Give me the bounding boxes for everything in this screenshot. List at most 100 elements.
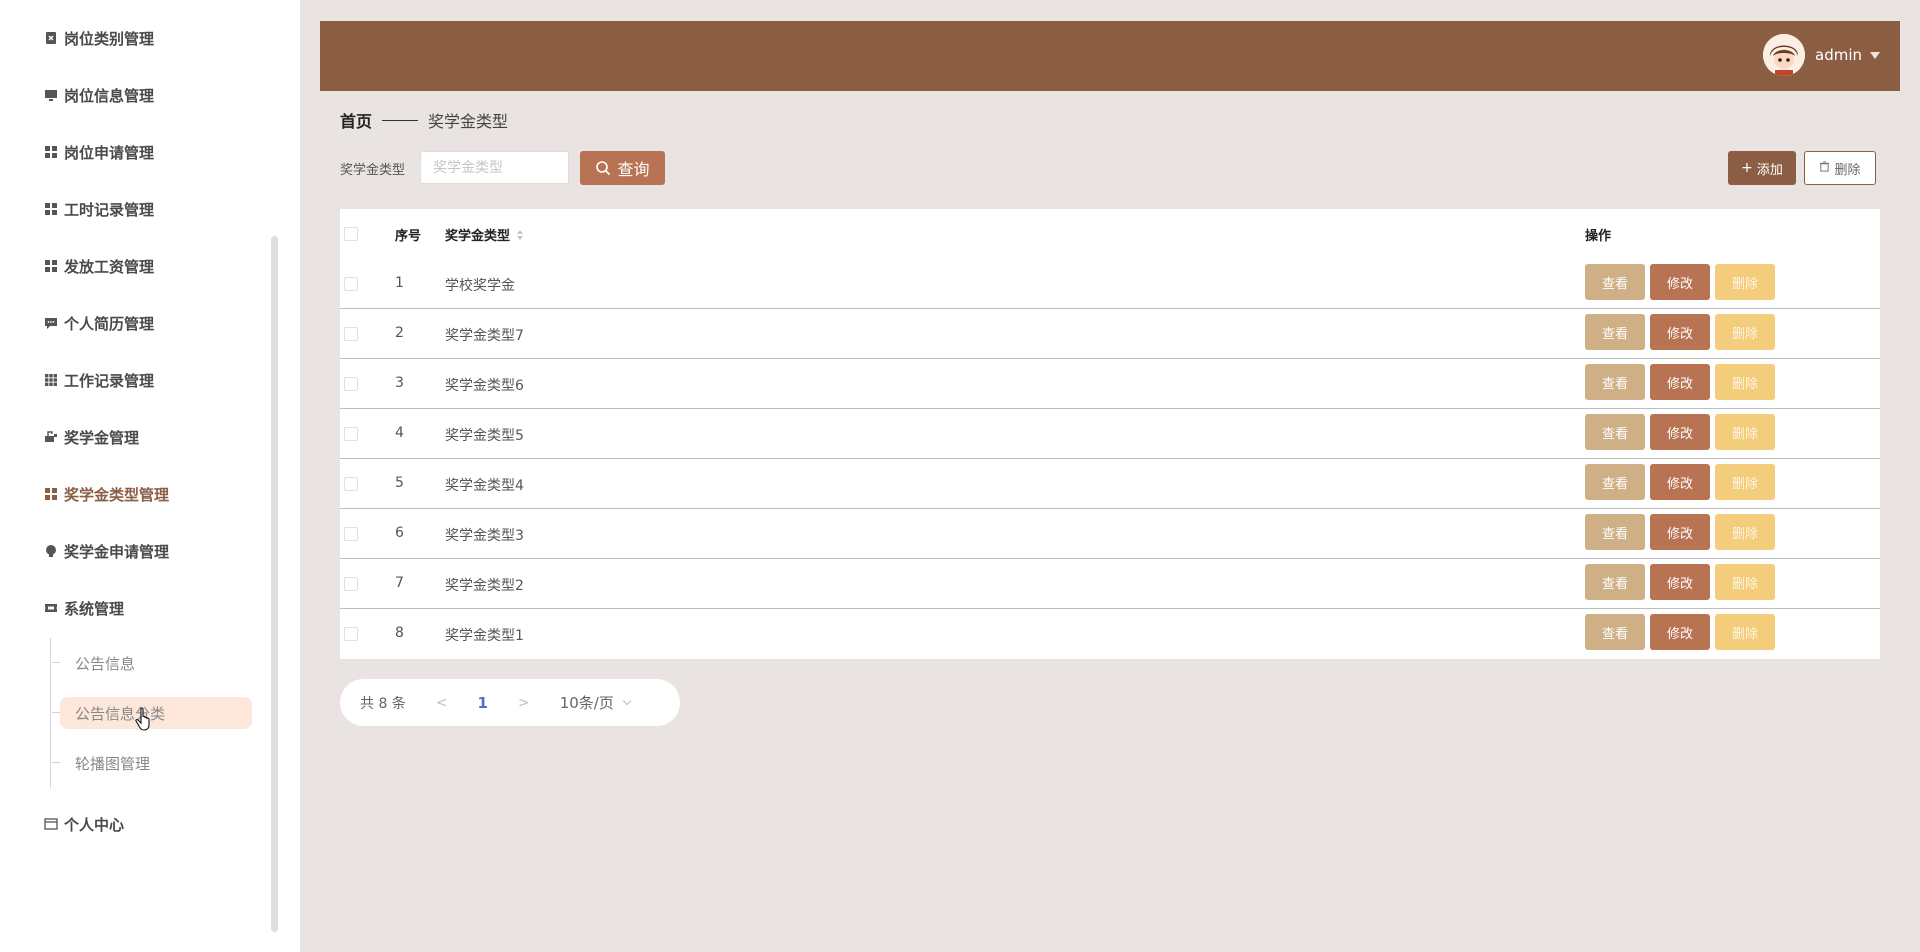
grid-9-icon — [44, 373, 58, 387]
sidebar-item-system[interactable]: 系统管理 — [44, 596, 124, 620]
row-checkbox[interactable] — [344, 377, 358, 391]
cell-scholarship-type: 奖学金类型3 — [445, 528, 524, 544]
grid-icon — [44, 259, 58, 273]
sidebar-item-label: 岗位类别管理 — [64, 29, 155, 48]
edit-button[interactable]: 修改 — [1650, 464, 1710, 500]
sidebar-item-label: 系统管理 — [64, 599, 125, 618]
table-header-row: 序号 奖学金类型 操作 — [340, 209, 1880, 259]
edit-button[interactable]: 修改 — [1650, 314, 1710, 350]
row-actions: 查看 修改 删除 — [1585, 514, 1775, 550]
pagination-page-1[interactable]: 1 — [478, 694, 488, 712]
row-checkbox[interactable] — [344, 327, 358, 341]
row-checkbox[interactable] — [344, 277, 358, 291]
search-input[interactable] — [420, 151, 569, 184]
sidebar-item-salary[interactable]: 发放工资管理 — [44, 254, 154, 278]
cell-index: 3 — [395, 375, 404, 391]
sidebar-subitem-notice[interactable]: 公告信息 — [52, 647, 252, 679]
view-button[interactable]: 查看 — [1585, 364, 1645, 400]
row-actions: 查看 修改 删除 — [1585, 614, 1775, 650]
view-button[interactable]: 查看 — [1585, 614, 1645, 650]
sidebar-item-label: 个人中心 — [64, 815, 125, 834]
delete-button[interactable]: 删除 — [1715, 464, 1775, 500]
edit-button[interactable]: 修改 — [1650, 264, 1710, 300]
mailbox-icon — [44, 430, 58, 444]
select-all-checkbox[interactable] — [344, 227, 358, 241]
row-actions: 查看 修改 删除 — [1585, 414, 1775, 450]
cell-scholarship-type: 奖学金类型6 — [445, 378, 524, 394]
sidebar-item-job-category[interactable]: 岗位类别管理 — [44, 26, 154, 50]
view-button[interactable]: 查看 — [1585, 414, 1645, 450]
delete-button[interactable]: 删除 — [1715, 614, 1775, 650]
add-button[interactable]: + 添加 — [1728, 151, 1796, 185]
delete-button[interactable]: 删除 — [1715, 564, 1775, 600]
breadcrumb-home[interactable]: 首页 — [340, 108, 372, 132]
column-header-name[interactable]: 奖学金类型 — [445, 225, 524, 245]
delete-button[interactable]: 删除 — [1715, 314, 1775, 350]
sidebar-item-job-info[interactable]: 岗位信息管理 — [44, 83, 154, 107]
sidebar-item-personal-center[interactable]: 个人中心 — [44, 812, 124, 836]
delete-button[interactable]: 删除 — [1715, 414, 1775, 450]
sidebar-subitem-carousel[interactable]: 轮播图管理 — [52, 747, 252, 779]
clipboard-icon — [44, 31, 58, 45]
pagination-next-button[interactable]: > — [518, 695, 530, 711]
breadcrumb-separator — [382, 119, 419, 121]
sidebar-item-label: 奖学金申请管理 — [64, 542, 170, 561]
cell-index: 4 — [395, 425, 404, 441]
hand-cursor-icon — [135, 707, 155, 733]
batch-delete-button[interactable]: 删除 — [1804, 151, 1876, 185]
breadcrumb: 首页 奖学金类型 — [340, 108, 508, 132]
sidebar-subitem-notice-category[interactable]: 公告信息分类 — [52, 697, 252, 729]
caret-down-icon — [1870, 51, 1880, 59]
row-checkbox[interactable] — [344, 527, 358, 541]
trash-icon — [1819, 160, 1830, 176]
query-button[interactable]: 查询 — [580, 151, 665, 185]
sort-icon[interactable] — [516, 229, 524, 245]
edit-button[interactable]: 修改 — [1650, 364, 1710, 400]
delete-button[interactable]: 删除 — [1715, 364, 1775, 400]
sidebar-item-label: 工作记录管理 — [64, 371, 155, 390]
row-actions: 查看 修改 删除 — [1585, 314, 1775, 350]
view-button[interactable]: 查看 — [1585, 314, 1645, 350]
edit-button[interactable]: 修改 — [1650, 564, 1710, 600]
cell-scholarship-type: 学校奖学金 — [445, 278, 515, 294]
sidebar-item-job-apply[interactable]: 岗位申请管理 — [44, 140, 154, 164]
add-label: 添加 — [1756, 162, 1783, 178]
sidebar-item-label: 奖学金类型管理 — [64, 485, 170, 504]
cell-scholarship-type: 奖学金类型4 — [445, 478, 524, 494]
sidebar-item-resume[interactable]: 个人简历管理 — [44, 311, 154, 335]
user-menu[interactable]: admin — [1763, 34, 1880, 76]
cell-index: 5 — [395, 475, 404, 491]
table-row: 6 奖学金类型3 查看 修改 删除 — [340, 509, 1880, 559]
sidebar-item-scholarship[interactable]: 奖学金管理 — [44, 425, 139, 449]
sidebar: 岗位类别管理 岗位信息管理 岗位申请管理 工时记录管理 发放工资管理 个人简历管… — [0, 0, 300, 952]
sidebar-item-work-hours[interactable]: 工时记录管理 — [44, 197, 154, 221]
pagination-prev-button[interactable]: < — [436, 695, 448, 711]
delete-label: 删除 — [1834, 162, 1861, 178]
delete-button[interactable]: 删除 — [1715, 264, 1775, 300]
view-button[interactable]: 查看 — [1585, 264, 1645, 300]
sidebar-item-work-record[interactable]: 工作记录管理 — [44, 368, 154, 392]
chat-icon — [44, 316, 58, 330]
tick — [52, 762, 60, 763]
cell-scholarship-type: 奖学金类型7 — [445, 328, 524, 344]
view-button[interactable]: 查看 — [1585, 464, 1645, 500]
sidebar-item-scholarship-type[interactable]: 奖学金类型管理 — [44, 482, 169, 506]
view-button[interactable]: 查看 — [1585, 564, 1645, 600]
chevron-down-icon — [622, 696, 632, 705]
page-size-select[interactable]: 10条/页 — [560, 692, 632, 713]
row-checkbox[interactable] — [344, 477, 358, 491]
sidebar-scrollbar[interactable] — [271, 236, 278, 932]
table-row: 5 奖学金类型4 查看 修改 删除 — [340, 459, 1880, 509]
edit-button[interactable]: 修改 — [1650, 614, 1710, 650]
delete-button[interactable]: 删除 — [1715, 514, 1775, 550]
row-actions: 查看 修改 删除 — [1585, 264, 1775, 300]
submenu-line — [50, 638, 51, 788]
view-button[interactable]: 查看 — [1585, 514, 1645, 550]
edit-button[interactable]: 修改 — [1650, 414, 1710, 450]
row-checkbox[interactable] — [344, 577, 358, 591]
sidebar-item-scholarship-apply[interactable]: 奖学金申请管理 — [44, 539, 169, 563]
row-checkbox[interactable] — [344, 627, 358, 641]
grid-icon — [44, 487, 58, 501]
edit-button[interactable]: 修改 — [1650, 514, 1710, 550]
row-checkbox[interactable] — [344, 427, 358, 441]
